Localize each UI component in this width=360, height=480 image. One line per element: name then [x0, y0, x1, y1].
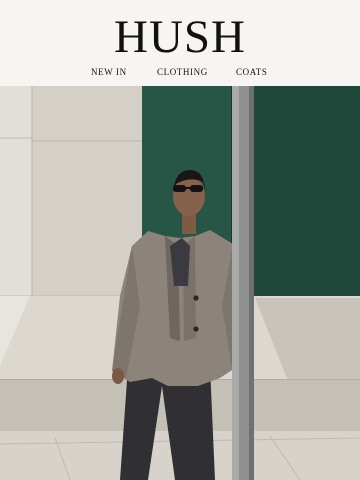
nav-item-clothing[interactable]: CLOTHING: [157, 66, 208, 78]
hero-image[interactable]: [0, 86, 360, 480]
hero-photo-illustration: [0, 86, 360, 480]
brand-logo[interactable]: HUSH: [0, 10, 360, 64]
site-header: HUSH NEW IN CLOTHING COATS: [0, 0, 360, 86]
nav-item-coats[interactable]: COATS: [236, 66, 268, 78]
main-nav: NEW IN CLOTHING COATS: [0, 66, 360, 80]
nav-item-new-in[interactable]: NEW IN: [91, 66, 127, 78]
